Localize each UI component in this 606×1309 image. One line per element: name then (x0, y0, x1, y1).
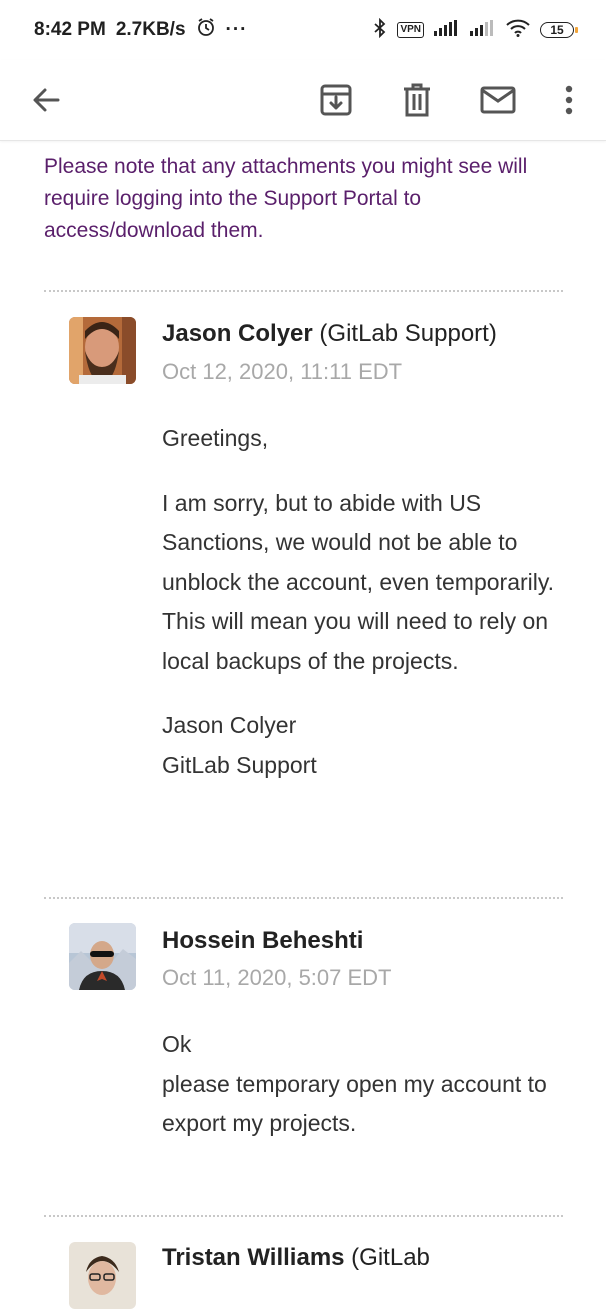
message-line: please temporary open my account to expo… (162, 1070, 547, 1137)
sender-org: (GitLab Support) (312, 320, 497, 347)
sender-name: Jason Colyer (162, 320, 313, 347)
sender-org: (GitLab (344, 1244, 430, 1271)
sender-line: Jason Colyer (GitLab Support) (162, 320, 497, 348)
archive-icon[interactable] (312, 76, 360, 124)
status-bar-right: VPN 15 (373, 17, 578, 42)
sender-name: Tristan Williams (162, 1244, 345, 1271)
message-divider (44, 1215, 563, 1217)
more-notifications-icon: ··· (225, 19, 248, 40)
vpn-badge: VPN (397, 22, 424, 38)
sender-name: Hossein Beheshti (162, 927, 364, 954)
message-paragraph: I am sorry, but to abide with US Sanctio… (162, 489, 555, 674)
status-bar-left: 8:42 PM 2.7KB/s ··· (34, 17, 248, 43)
more-vert-icon[interactable] (545, 76, 593, 124)
signature-name: Jason Colyer (162, 712, 297, 738)
alarm-icon (196, 17, 216, 43)
mail-icon[interactable] (474, 76, 522, 124)
delete-icon[interactable] (393, 76, 441, 124)
avatar[interactable] (69, 923, 136, 990)
message-body: Greetings, I am sorry, but to abide with… (162, 419, 572, 785)
battery-icon: 15 (540, 22, 578, 38)
status-time: 8:42 PM (34, 19, 106, 40)
signature-org: GitLab Support (162, 751, 317, 778)
sender-line: Hossein Beheshti (162, 927, 363, 955)
avatar[interactable] (69, 1242, 136, 1309)
message-body: Ok please temporary open my account to e… (162, 1025, 572, 1144)
wifi-icon (506, 19, 530, 41)
network-speed: 2.7KB/s (115, 19, 186, 40)
message-divider (44, 897, 563, 899)
avatar[interactable] (69, 317, 136, 384)
signal-icon (434, 20, 460, 40)
attachments-notice: Please note that any attachments you mig… (44, 155, 528, 242)
greeting: Greetings, (162, 425, 269, 451)
status-bar: 8:42 PM 2.7KB/s ··· VPN 15 (0, 0, 606, 60)
back-arrow-icon[interactable] (22, 76, 70, 124)
message-date: Oct 12, 2020, 11:11 EDT (162, 359, 403, 384)
sender-line: Tristan Williams (GitLab (162, 1244, 430, 1272)
app-toolbar (0, 60, 606, 141)
message-divider (44, 290, 563, 292)
message-line: Ok (162, 1031, 192, 1057)
signal-icon-2 (470, 20, 496, 40)
bluetooth-icon (373, 17, 387, 42)
message-date: Oct 11, 2020, 5:07 EDT (162, 965, 392, 990)
